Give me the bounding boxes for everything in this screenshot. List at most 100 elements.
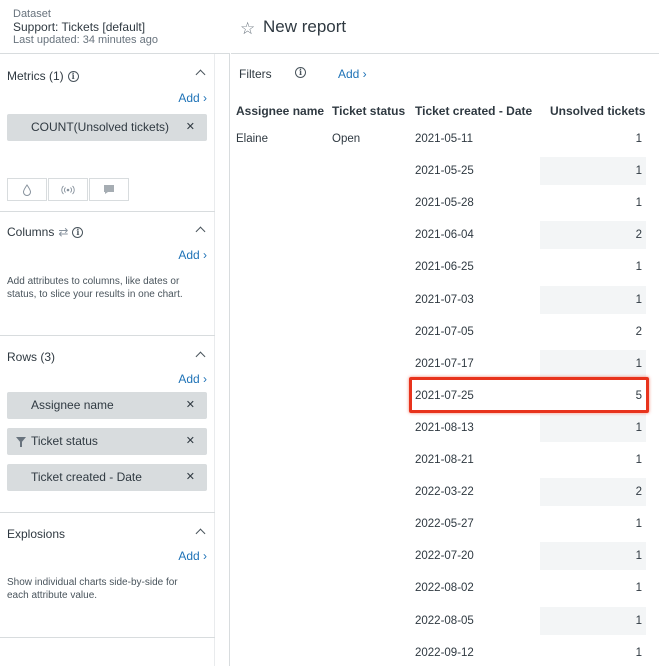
row-pill-status[interactable]: Ticket status ✕ — [7, 428, 207, 455]
remove-icon[interactable]: ✕ — [186, 114, 195, 141]
row-pill-label: Ticket created - Date — [31, 470, 142, 484]
row-pill-assignee[interactable]: Assignee name ✕ — [7, 392, 207, 419]
row-pill-label: Ticket status — [31, 434, 98, 448]
row-stripe — [540, 413, 646, 442]
report-header: ☆ New report — [231, 0, 659, 54]
metrics-title-label: Metrics (1) — [7, 69, 64, 83]
unsolved-count-cell: 1 — [635, 261, 642, 274]
status-cell: Open — [332, 133, 361, 145]
metric-pill[interactable]: COUNT(Unsolved tickets) ✕ — [7, 114, 207, 141]
drop-icon-button[interactable] — [7, 178, 47, 201]
date-cell: 2021-08-13 — [415, 421, 474, 434]
unsolved-count-cell: 1 — [635, 197, 642, 210]
chevron-up-icon[interactable] — [195, 69, 206, 80]
unsolved-count-cell: 2 — [635, 486, 642, 499]
date-cell: 2021-07-05 — [415, 325, 474, 338]
explosions-section: Explosions Add › Show individual charts … — [0, 513, 215, 638]
explosions-add-link[interactable]: Add › — [178, 549, 207, 563]
columns-title: Columns ⇄ i — [7, 225, 84, 239]
filter-icon — [16, 437, 26, 447]
column-header-date[interactable]: Ticket created - Date — [415, 104, 532, 118]
remove-icon[interactable]: ✕ — [186, 392, 195, 419]
explosions-help-text: Show individual charts side-by-side for … — [7, 577, 178, 601]
row-stripe — [540, 221, 646, 250]
star-icon[interactable]: ☆ — [240, 20, 255, 37]
date-cell: 2022-08-02 — [415, 582, 474, 595]
metrics-section: Metrics (1) i Add › COUNT(Unsolved ticke… — [0, 54, 215, 212]
unsolved-count-cell: 1 — [635, 133, 642, 145]
date-cell: 2021-06-04 — [415, 229, 474, 242]
filters-add-link[interactable]: Add › — [338, 67, 367, 81]
date-cell: 2021-05-28 — [415, 197, 474, 210]
unsolved-count-cell: 1 — [635, 646, 642, 659]
row-stripe — [540, 285, 646, 314]
unsolved-count-cell: 2 — [635, 325, 642, 338]
chevron-up-icon[interactable] — [195, 226, 206, 237]
dataset-label: Dataset — [13, 8, 51, 20]
date-cell: 2022-07-20 — [415, 550, 474, 563]
column-header-status[interactable]: Ticket status — [332, 104, 405, 118]
unsolved-count-cell: 1 — [635, 582, 642, 595]
metric-pill-label: COUNT(Unsolved tickets) — [31, 120, 170, 134]
filters-label: Filters — [239, 67, 272, 81]
chevron-up-icon[interactable] — [195, 351, 206, 362]
info-icon[interactable]: i — [295, 67, 306, 78]
rows-title-label: Rows (3) — [7, 350, 56, 364]
report-title[interactable]: New report — [263, 17, 346, 37]
drop-icon — [22, 183, 32, 196]
explosions-title: Explosions — [7, 527, 65, 541]
date-cell: 2022-05-27 — [415, 518, 474, 531]
row-stripe — [540, 542, 646, 571]
date-cell: 2021-07-03 — [415, 293, 474, 306]
info-icon[interactable]: i — [72, 226, 84, 238]
unsolved-count-cell: 1 — [635, 518, 642, 531]
rows-add-link[interactable]: Add › — [178, 372, 207, 386]
assignee-cell: Elaine — [236, 133, 268, 145]
unsolved-count-cell: 1 — [635, 421, 642, 434]
row-stripe — [540, 606, 646, 635]
date-cell: 2022-08-05 — [415, 614, 474, 627]
columns-add-link[interactable]: Add › — [178, 248, 207, 262]
remove-icon[interactable]: ✕ — [186, 464, 195, 491]
row-pill-date[interactable]: Ticket created - Date ✕ — [7, 464, 207, 491]
speech-bubble-icon — [104, 185, 114, 194]
unsolved-count-cell: 1 — [635, 293, 642, 306]
unsolved-count-cell: 1 — [635, 614, 642, 627]
date-cell: 2021-06-25 — [415, 261, 474, 274]
unsolved-count-cell: 2 — [635, 229, 642, 242]
metrics-title: Metrics (1) i — [7, 69, 79, 83]
broadcast-icon-button[interactable] — [48, 178, 88, 201]
speech-bubble-icon-button[interactable] — [89, 178, 129, 201]
remove-icon[interactable]: ✕ — [186, 428, 195, 455]
date-cell: 2021-05-25 — [415, 165, 474, 178]
row-pill-label: Assignee name — [31, 398, 114, 412]
explosions-title-label: Explosions — [7, 527, 66, 541]
left-panel: Dataset Support: Tickets [default] Last … — [0, 0, 230, 666]
dataset-updated: Last updated: 34 minutes ago — [13, 34, 158, 46]
date-cell: 2021-08-21 — [415, 454, 474, 466]
chart-type-buttons — [7, 178, 130, 201]
info-icon[interactable]: i — [67, 70, 79, 82]
row-stripe — [540, 478, 646, 507]
dataset-name: Support: Tickets [default] — [13, 20, 146, 34]
rows-title: Rows (3) — [7, 350, 55, 364]
unsolved-count-cell: 1 — [635, 454, 642, 466]
row-stripe — [540, 157, 646, 186]
swap-icon[interactable]: ⇄ — [58, 225, 68, 239]
column-header-unsolved[interactable]: Unsolved tickets — [550, 104, 645, 118]
columns-title-label: Columns — [7, 225, 55, 239]
metrics-add-link[interactable]: Add › — [178, 91, 207, 105]
columns-help-text: Add attributes to columns, like dates or… — [7, 276, 183, 300]
chevron-up-icon[interactable] — [195, 528, 206, 539]
column-header-assignee[interactable]: Assignee name — [236, 104, 324, 118]
unsolved-count-cell: 1 — [635, 550, 642, 563]
unsolved-count-cell: 1 — [635, 165, 642, 178]
date-cell: 2022-03-22 — [415, 486, 474, 499]
dataset-header[interactable]: Dataset Support: Tickets [default] Last … — [0, 0, 230, 54]
rows-section: Rows (3) Add › Assignee name ✕ Ticket st… — [0, 336, 215, 513]
row-stripe — [540, 349, 646, 378]
date-cell: 2021-07-17 — [415, 357, 474, 370]
highlight-box — [409, 377, 649, 413]
unsolved-count-cell: 1 — [635, 357, 642, 370]
filters-bar: Filters i Add › — [231, 54, 659, 92]
